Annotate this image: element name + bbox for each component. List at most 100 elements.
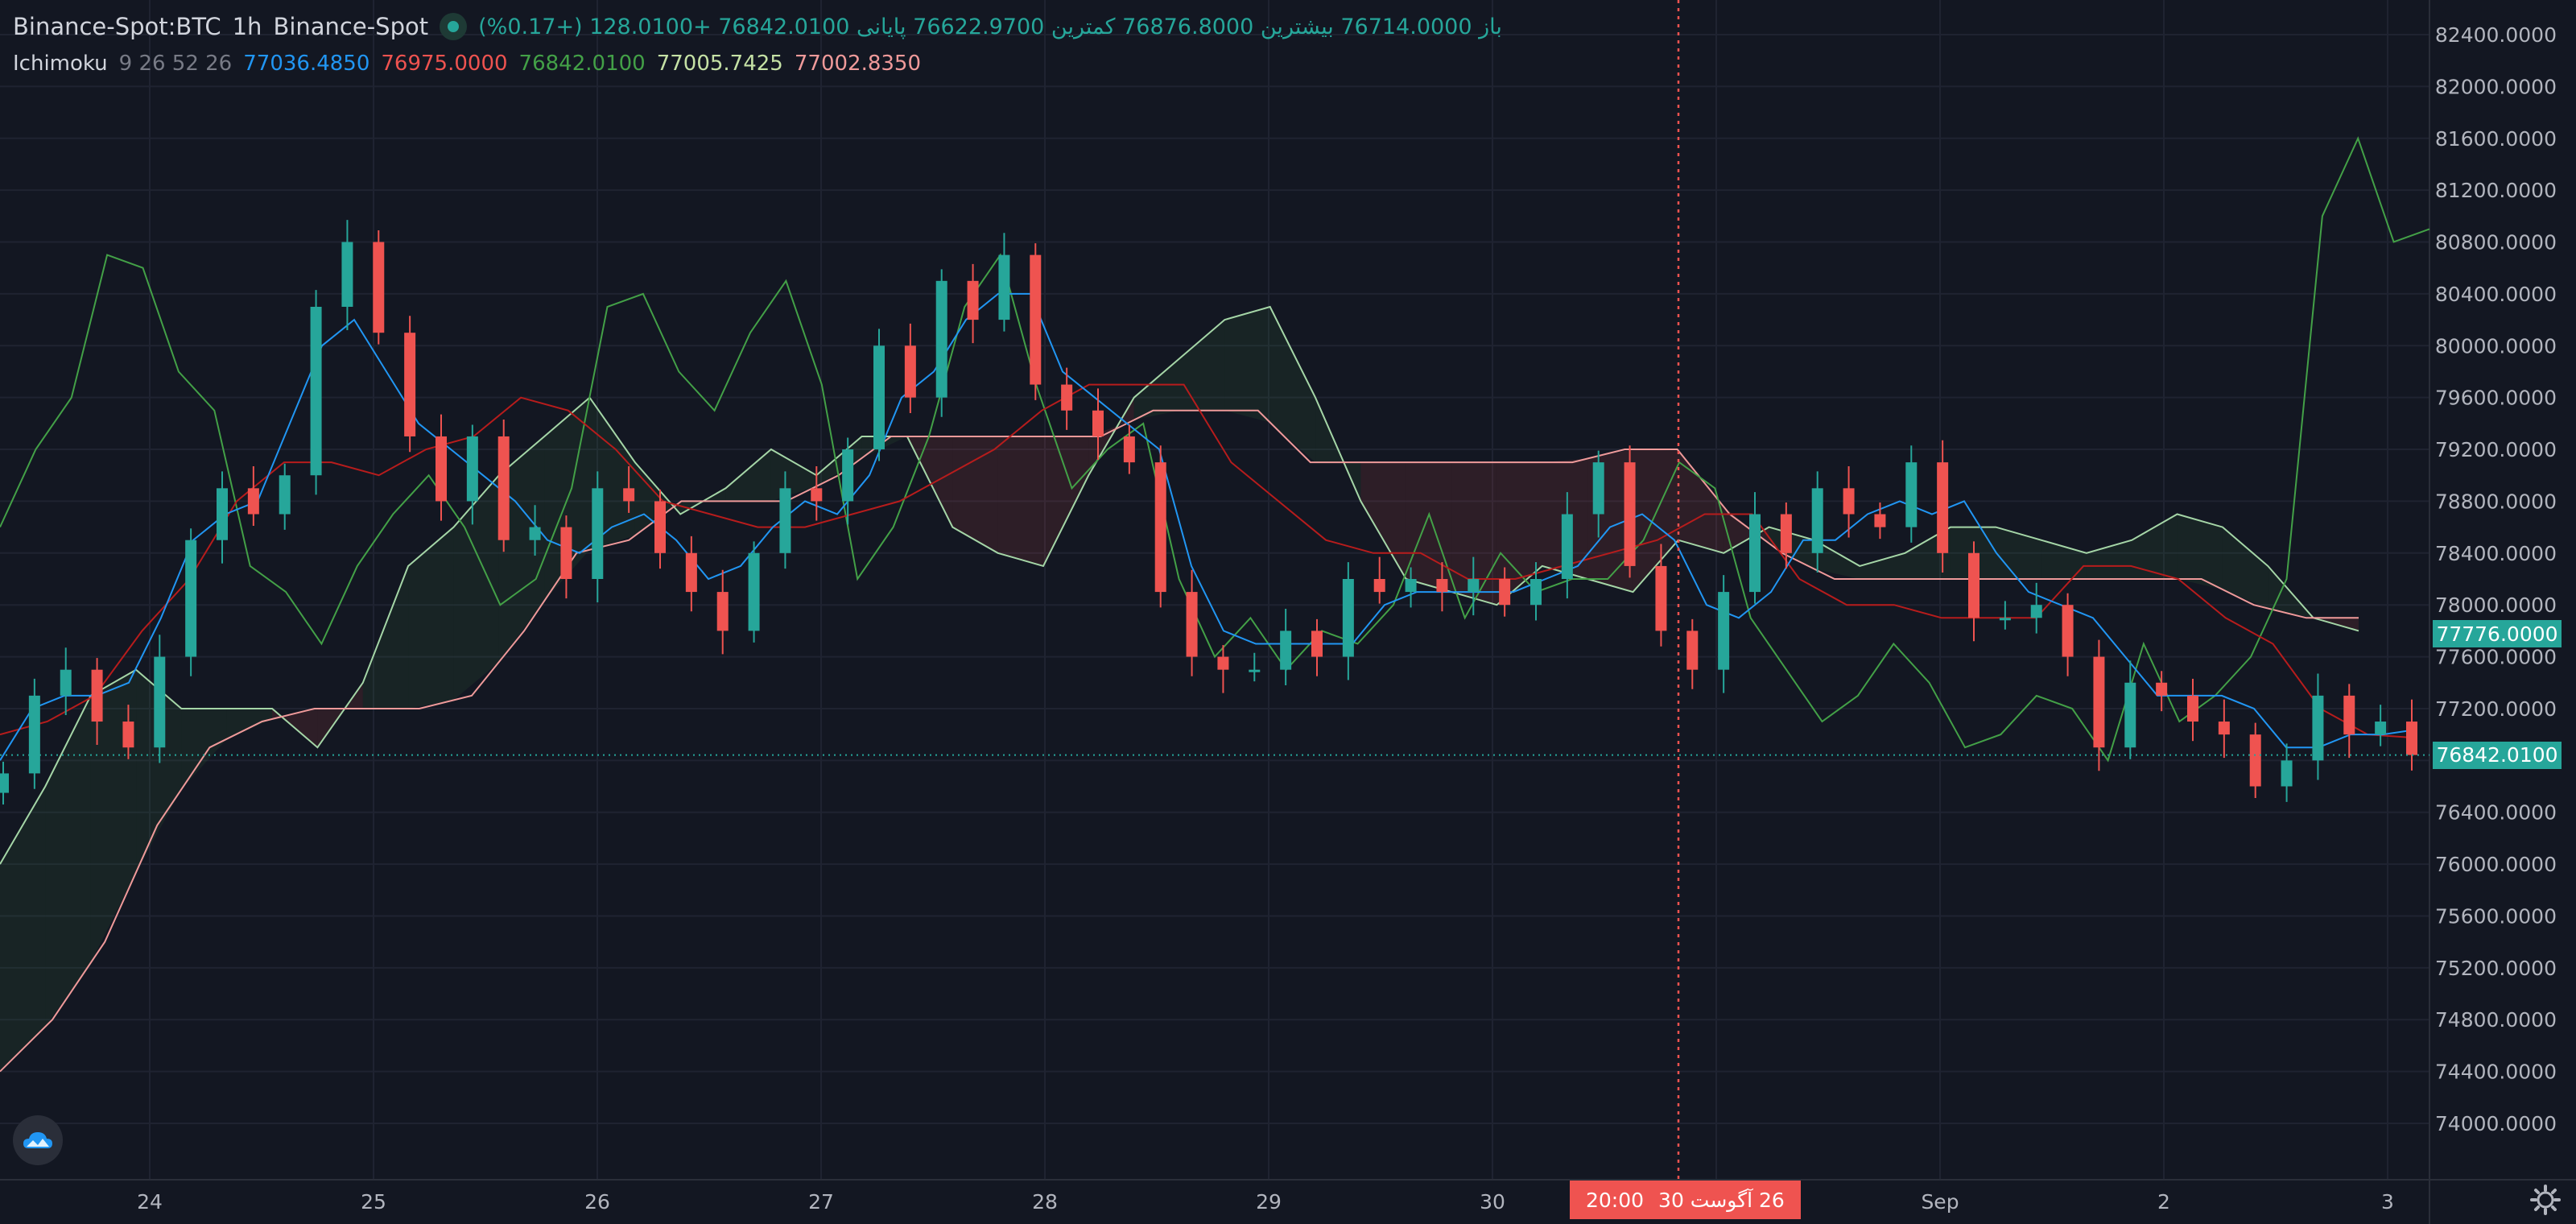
time-tick-label: 25 <box>361 1190 386 1214</box>
candle-body <box>2375 722 2387 735</box>
chart-grid <box>0 0 2576 1224</box>
candle-body <box>1561 514 1573 579</box>
ichimoku-legend[interactable]: Ichimoku 9 26 52 26 77036.4850 76975.000… <box>13 52 921 76</box>
candle-body <box>1780 514 1792 553</box>
candle-body <box>2062 605 2074 657</box>
price-tick-label: 78800.0000 <box>2435 490 2557 513</box>
cloud-segment <box>1406 462 1452 593</box>
symbol-legend: Binance-Spot:BTC 1h Binance-Spot باز 767… <box>13 13 1502 40</box>
candle-body <box>654 501 666 553</box>
price-tick-label: 75600.0000 <box>2435 904 2557 928</box>
time-tick-label: 30 <box>1480 1190 1505 1214</box>
time-tick-label: 2 <box>2157 1190 2170 1214</box>
time-tick-label: 26 <box>584 1190 610 1214</box>
candle-body <box>716 592 729 631</box>
cloud-logo-icon[interactable] <box>13 1115 63 1165</box>
close-value: 76842.0100 <box>718 14 850 39</box>
candle-body <box>967 280 979 320</box>
candle-body <box>1280 631 1292 670</box>
candle-body <box>1436 579 1448 593</box>
candle-body <box>2281 760 2293 787</box>
candle-body <box>436 436 447 502</box>
price-tick-label: 77600.0000 <box>2435 646 2557 669</box>
status-dot-icon <box>440 13 468 40</box>
candle-body <box>779 488 791 553</box>
candle-body <box>2156 682 2168 696</box>
price-chart[interactable]: 82400.0000 82000.0000 81600.0000 81200.0000… <box>0 0 2576 1224</box>
price-tick-label: 74000.0000 <box>2435 1112 2557 1135</box>
candle-body <box>2218 722 2230 735</box>
candle-body <box>279 475 291 515</box>
candle-body <box>2124 682 2136 748</box>
candle-body <box>0 773 9 793</box>
candle-body <box>1249 669 1261 672</box>
candle-body <box>1530 579 1542 606</box>
cloud-segment <box>997 436 1043 566</box>
price-tick-label: 80800.0000 <box>2435 231 2557 254</box>
time-tick-label: Sep <box>1921 1190 1959 1214</box>
lagging-value: 76842.0100 <box>518 52 646 76</box>
candle-body <box>1499 579 1511 606</box>
gear-icon[interactable] <box>2529 1184 2562 1216</box>
candle-body <box>1655 565 1667 631</box>
candle-body <box>1468 579 1480 593</box>
candle-body <box>1061 384 1073 411</box>
candle-body <box>404 333 416 436</box>
time-tick-label: 29 <box>1256 1190 1282 1214</box>
price-tick-label: 82000.0000 <box>2435 75 2557 98</box>
symbol-name[interactable]: Binance-Spot:BTC <box>13 13 221 40</box>
change-value: +128.0100 (+0.17%) <box>478 14 712 39</box>
price-tick-label: 79600.0000 <box>2435 387 2557 410</box>
ohlc-values: باز 76714.0000 بیشترین 76876.8000 کمترین… <box>478 14 1502 39</box>
chart-background <box>0 0 2576 1224</box>
candle-body <box>560 527 572 579</box>
candle-body <box>122 722 134 748</box>
lead2-value: 77002.8350 <box>794 52 922 76</box>
price-tick-label: 74400.0000 <box>2435 1061 2557 1084</box>
price-tick-label: 82400.0000 <box>2435 23 2557 47</box>
current-price-tag: 76842.0100 <box>2433 741 2562 769</box>
candle-body <box>1592 462 1604 515</box>
candle-body <box>529 527 541 540</box>
interval-label[interactable]: 1h <box>233 13 262 40</box>
candle-body <box>91 669 103 722</box>
price-tick-label: 75200.0000 <box>2435 957 2557 980</box>
open-label: باز <box>1479 14 1502 39</box>
candle-body <box>1373 579 1385 593</box>
price-tick-label: 79200.0000 <box>2435 438 2557 461</box>
candle-body <box>1186 592 1198 657</box>
price-tick-label: 78000.0000 <box>2435 593 2557 617</box>
price-tick-label: 81600.0000 <box>2435 127 2557 151</box>
exchange-label: Binance-Spot <box>273 13 429 40</box>
time-tick-label: 27 <box>808 1190 834 1214</box>
price-tick-label: 80400.0000 <box>2435 283 2557 306</box>
candle-body <box>1968 552 1979 618</box>
candle-body <box>904 345 916 398</box>
candle-body <box>1843 488 1855 515</box>
candle-body <box>2187 695 2198 722</box>
candle-body <box>497 436 510 540</box>
candle-body <box>2030 605 2042 618</box>
price-tick-label: 74800.0000 <box>2435 1008 2557 1032</box>
candle-body <box>1749 514 1761 593</box>
price-tick-label: 77200.0000 <box>2435 697 2557 721</box>
candle-body <box>247 488 259 515</box>
candle-body <box>1874 514 1886 527</box>
low-value: 76622.9700 <box>913 14 1045 39</box>
high-value: 76876.8000 <box>1122 14 1254 39</box>
crosshair-price-tag: 77776.0000 <box>2433 620 2562 648</box>
candle-body <box>748 552 760 631</box>
candle-body <box>185 540 197 657</box>
price-tick-label: 76400.0000 <box>2435 801 2557 825</box>
candle-body <box>685 552 697 593</box>
price-tick-label: 76000.0000 <box>2435 853 2557 876</box>
time-tick-label: 3 <box>2381 1190 2394 1214</box>
low-label: کمترین <box>1051 14 1116 39</box>
candle-body <box>2343 695 2355 735</box>
price-tick-label: 80000.0000 <box>2435 334 2557 358</box>
candle-body <box>217 488 228 540</box>
candle-body <box>1217 656 1229 670</box>
time-tick-label: 28 <box>1032 1190 1058 1214</box>
crosshair-date: 26 آگوست 30 <box>1658 1188 1785 1212</box>
lead1-value: 77005.7425 <box>656 52 783 76</box>
